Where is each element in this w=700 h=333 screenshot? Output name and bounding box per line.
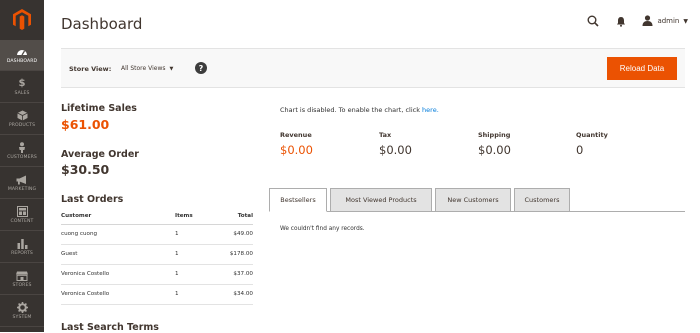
tab-bestsellers[interactable]: Bestsellers	[269, 188, 327, 212]
sidebar-item-dashboard[interactable]: DASHBOARD	[0, 40, 44, 71]
table-row[interactable]: cuong cuong 1 $49.00	[61, 224, 253, 245]
order-total: $37.00	[221, 264, 253, 285]
order-customer: Guest	[61, 244, 175, 265]
user-name: admin	[657, 17, 680, 25]
column-header-customer: Customer	[61, 209, 175, 225]
lifetime-sales-label: Lifetime Sales	[61, 103, 137, 114]
order-customer: cuong cuong	[61, 224, 175, 245]
sidebar-item-label: SALES	[14, 91, 30, 96]
bar-chart-icon	[16, 238, 28, 249]
megaphone-icon	[16, 174, 28, 185]
tab-most-viewed-products[interactable]: Most Viewed Products	[330, 188, 432, 212]
total-label: Quantity	[576, 131, 608, 139]
page-title: Dashboard	[61, 15, 143, 33]
tab-customers[interactable]: Customers	[514, 188, 570, 212]
sidebar-item-products[interactable]: PRODUCTS	[0, 104, 44, 135]
sidebar-item-stores[interactable]: STORES	[0, 264, 44, 295]
order-customer: Veronica Costello	[61, 264, 175, 285]
column-header-items: Items	[175, 209, 221, 225]
sidebar-item-label: CUSTOMERS	[7, 155, 37, 160]
average-order-label: Average Order	[61, 149, 139, 160]
order-items: 1	[175, 284, 221, 305]
sidebar-item-label: PRODUCTS	[8, 123, 36, 128]
sidebar-item-label: STORES	[12, 283, 32, 288]
total-revenue: Revenue $0.00	[280, 131, 313, 157]
storefront-icon	[16, 270, 28, 281]
table-row[interactable]: Veronica Costello 1 $34.00	[61, 284, 253, 305]
order-total: $34.00	[221, 284, 253, 305]
cube-icon	[16, 110, 28, 121]
lifetime-sales-value: $61.00	[61, 117, 110, 132]
tab-new-customers[interactable]: New Customers	[435, 188, 511, 212]
store-view-select[interactable]: All Store Views ▼	[121, 65, 173, 72]
gear-icon	[16, 302, 28, 313]
total-label: Tax	[379, 131, 392, 139]
chart-message-text: Chart is disabled. To enable the chart, …	[280, 106, 423, 114]
dashboard-icon	[16, 46, 28, 57]
average-order-value: $30.50	[61, 162, 110, 177]
search-icon[interactable]	[586, 14, 600, 28]
user-icon	[642, 14, 653, 28]
order-customer: Veronica Costello	[61, 284, 175, 305]
order-items: 1	[175, 224, 221, 245]
store-view-label: Store View:	[69, 65, 112, 73]
user-menu[interactable]: admin ▼	[642, 14, 688, 28]
sidebar-item-sales[interactable]: $ SALES	[0, 72, 44, 103]
total-label: Shipping	[478, 131, 511, 139]
chevron-down-icon: ▼	[169, 65, 174, 72]
store-view-bar: Store View: All Store Views ▼ ? Reload D…	[61, 48, 685, 88]
sidebar-item-system[interactable]: SYSTEM	[0, 296, 44, 327]
no-records-message: We couldn't find any records.	[280, 226, 365, 232]
sidebar-item-label: CONTENT	[10, 219, 34, 224]
total-value: $0.00	[379, 143, 412, 157]
table-header-row: Customer Items Total	[61, 209, 253, 225]
enable-chart-link[interactable]: here.	[422, 106, 439, 114]
total-label: Revenue	[280, 131, 312, 139]
sidebar-item-reports[interactable]: REPORTS	[0, 232, 44, 263]
total-value: $0.00	[280, 143, 313, 157]
sidebar-item-customers[interactable]: CUSTOMERS	[0, 136, 44, 167]
person-icon	[16, 142, 28, 153]
last-search-terms-title: Last Search Terms	[61, 322, 159, 333]
layout-icon	[16, 206, 28, 217]
total-value: 0	[576, 143, 584, 157]
total-value: $0.00	[478, 143, 511, 157]
store-view-selected: All Store Views	[121, 65, 166, 72]
order-total: $49.00	[221, 224, 253, 245]
last-orders-table: Customer Items Total cuong cuong 1 $49.0…	[61, 209, 253, 305]
reload-data-button[interactable]: Reload Data	[607, 57, 677, 80]
notifications-bell-icon[interactable]	[614, 14, 628, 28]
header-actions: admin ▼	[586, 14, 688, 28]
sidebar-item-content[interactable]: CONTENT	[0, 200, 44, 231]
sidebar-item-label: MARKETING	[7, 187, 37, 192]
total-tax: Tax $0.00	[379, 131, 412, 157]
sidebar-item-label: DASHBOARD	[6, 59, 38, 64]
order-items: 1	[175, 244, 221, 265]
sidebar-item-label: SYSTEM	[12, 315, 32, 320]
last-orders-title: Last Orders	[61, 194, 124, 205]
table-row[interactable]: Guest 1 $178.00	[61, 244, 253, 265]
total-shipping: Shipping $0.00	[478, 131, 511, 157]
sidebar-item-label: REPORTS	[11, 251, 33, 256]
order-items: 1	[175, 264, 221, 285]
chart-disabled-message: Chart is disabled. To enable the chart, …	[280, 106, 439, 114]
admin-sidebar: DASHBOARD $ SALES PRODUCTS CUSTOMERS MAR…	[0, 0, 44, 332]
chevron-down-icon: ▼	[683, 17, 688, 25]
total-quantity: Quantity 0	[576, 131, 608, 157]
help-icon[interactable]: ?	[195, 62, 207, 74]
order-total: $178.00	[221, 244, 253, 265]
magento-logo-icon[interactable]	[0, 0, 44, 38]
column-header-total: Total	[221, 209, 253, 225]
sidebar-item-marketing[interactable]: MARKETING	[0, 168, 44, 199]
dollar-icon: $	[18, 77, 26, 89]
table-row[interactable]: Veronica Costello 1 $37.00	[61, 264, 253, 285]
dashboard-tabs: Bestsellers Most Viewed Products New Cus…	[269, 188, 573, 212]
